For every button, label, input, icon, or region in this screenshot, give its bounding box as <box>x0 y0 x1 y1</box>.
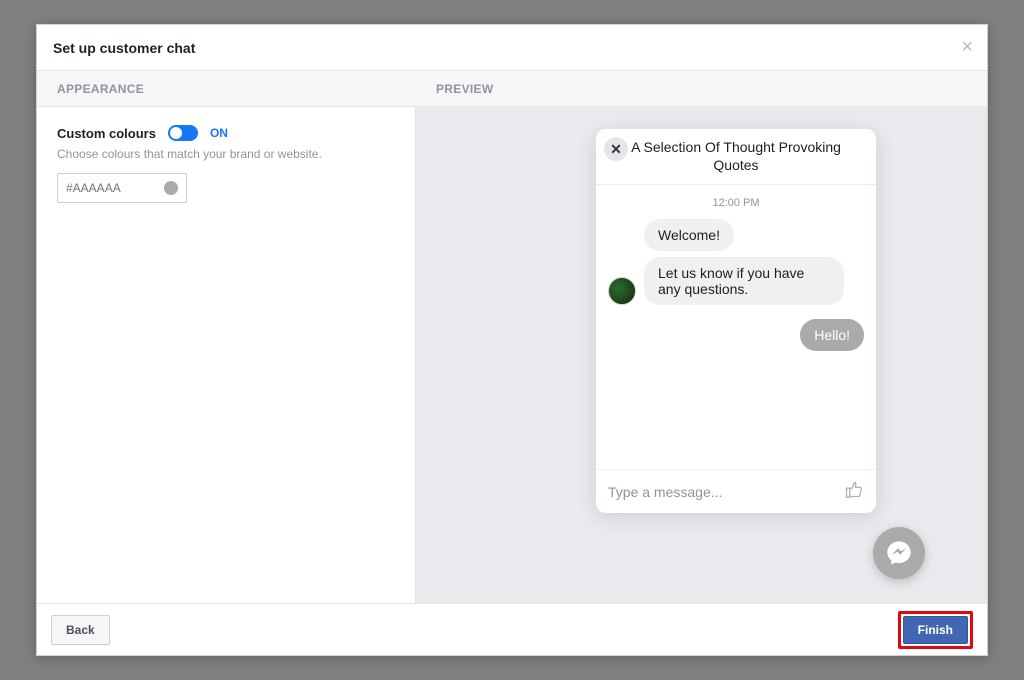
like-icon[interactable] <box>844 479 864 504</box>
tab-appearance[interactable]: APPEARANCE <box>37 71 416 106</box>
modal-body: Custom colours ON Choose colours that ma… <box>37 107 987 603</box>
finish-button[interactable]: Finish <box>903 616 968 644</box>
messenger-icon <box>885 539 913 567</box>
appearance-panel: Custom colours ON Choose colours that ma… <box>37 107 416 603</box>
colour-swatch[interactable] <box>164 181 178 195</box>
custom-colours-label: Custom colours <box>57 126 156 141</box>
colour-input[interactable] <box>57 173 187 203</box>
chat-bubble-in: Let us know if you have any questions. <box>644 257 844 305</box>
chat-preview-card: ✕ A Selection Of Thought Provoking Quote… <box>596 129 876 513</box>
chat-message-out-1: Hello! <box>608 319 864 351</box>
back-button[interactable]: Back <box>51 615 110 645</box>
toggle-state-label: ON <box>210 126 228 140</box>
chat-bubble-in: Welcome! <box>644 219 734 251</box>
modal-footer: Back Finish <box>37 603 987 655</box>
custom-colours-toggle[interactable] <box>168 125 198 141</box>
chat-input-row: Type a message... <box>596 469 876 513</box>
tabs-row: APPEARANCE PREVIEW <box>37 71 987 107</box>
modal-header: Set up customer chat × <box>37 25 987 71</box>
chat-header: ✕ A Selection Of Thought Provoking Quote… <box>596 129 876 185</box>
close-icon[interactable]: × <box>961 37 973 57</box>
custom-colours-row: Custom colours ON <box>57 125 395 141</box>
custom-colours-description: Choose colours that match your brand or … <box>57 147 395 161</box>
chat-body: 12:00 PM Welcome! Let us know if you hav… <box>596 185 876 469</box>
toggle-knob <box>170 127 182 139</box>
chat-input[interactable]: Type a message... <box>608 484 722 500</box>
setup-modal: Set up customer chat × APPEARANCE PREVIE… <box>36 24 988 656</box>
chat-timestamp: 12:00 PM <box>608 197 864 209</box>
colour-hex-field[interactable] <box>66 181 146 195</box>
chat-avatar-icon <box>608 277 636 305</box>
preview-panel: ✕ A Selection Of Thought Provoking Quote… <box>416 107 987 603</box>
messenger-fab[interactable] <box>873 527 925 579</box>
modal-title: Set up customer chat <box>53 40 195 56</box>
chat-title: A Selection Of Thought Provoking Quotes <box>630 139 842 174</box>
chat-message-in-2: Let us know if you have any questions. <box>608 257 864 305</box>
chat-close-icon[interactable]: ✕ <box>604 137 628 161</box>
tab-preview[interactable]: PREVIEW <box>416 71 987 106</box>
chat-bubble-out: Hello! <box>800 319 864 351</box>
chat-message-in-1: Welcome! <box>608 219 864 251</box>
finish-button-highlight: Finish <box>898 611 973 649</box>
